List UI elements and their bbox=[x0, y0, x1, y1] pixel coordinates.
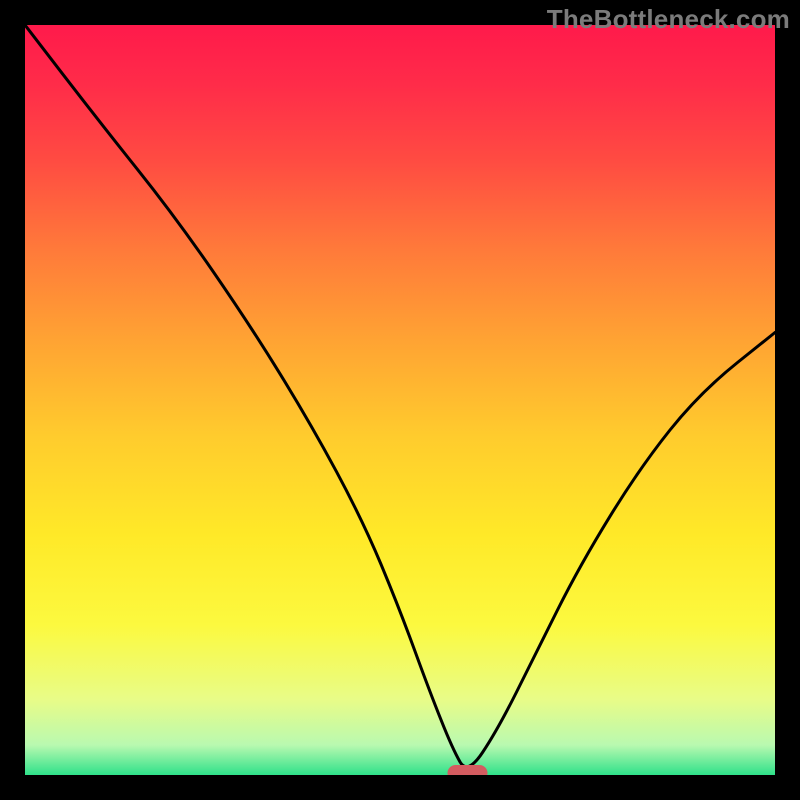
gradient-background bbox=[25, 25, 775, 775]
watermark-text: TheBottleneck.com bbox=[547, 4, 790, 35]
plot-area bbox=[25, 25, 775, 775]
bottleneck-chart bbox=[25, 25, 775, 775]
optimal-marker bbox=[448, 765, 488, 775]
chart-frame: TheBottleneck.com bbox=[0, 0, 800, 800]
